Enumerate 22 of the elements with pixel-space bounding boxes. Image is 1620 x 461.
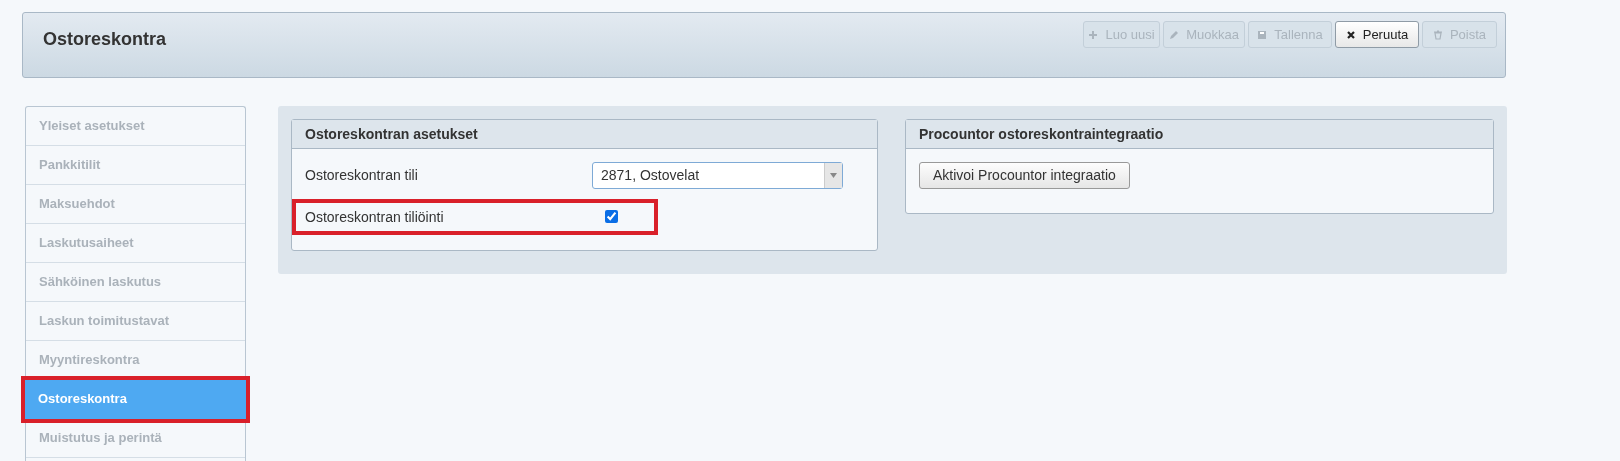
sidebar-item[interactable]: Laskutusaiheet [26,224,245,263]
sidebar-item[interactable]: Pankkitilit [26,146,245,185]
plus-icon [1088,29,1099,40]
sidebar-item[interactable]: Laskun toimitustavat [26,302,245,341]
dropdown-toggle[interactable] [824,163,842,188]
select-value: 2871, Ostovelat [600,166,700,185]
sidebar-item[interactable]: Maksuehdot [26,185,245,224]
toolbar-button[interactable]: Peruuta [1335,21,1419,48]
checkbox[interactable] [605,210,618,223]
card-title: Ostoreskontran asetukset [292,120,877,149]
page-title: Ostoreskontra [43,28,167,51]
activate-button[interactable]: Aktivoi Procountor integraatio [919,162,1130,189]
sidebar-item[interactable]: Muistutus ja perintä [26,419,245,458]
sidebar-item[interactable]: Yleiset asetukset [26,107,245,146]
caret-icon [830,173,837,178]
trash-icon [1432,29,1443,40]
field-label: Ostoreskontran tiliöinti [305,208,445,227]
sidebar-item[interactable]: Sähköinen laskutus [26,263,245,302]
pencil-icon [1169,29,1180,40]
close-icon [1345,29,1356,40]
account-select[interactable]: 2871, Ostovelat [592,162,843,189]
card-title: Procountor ostoreskontraintegraatio [906,120,1493,149]
